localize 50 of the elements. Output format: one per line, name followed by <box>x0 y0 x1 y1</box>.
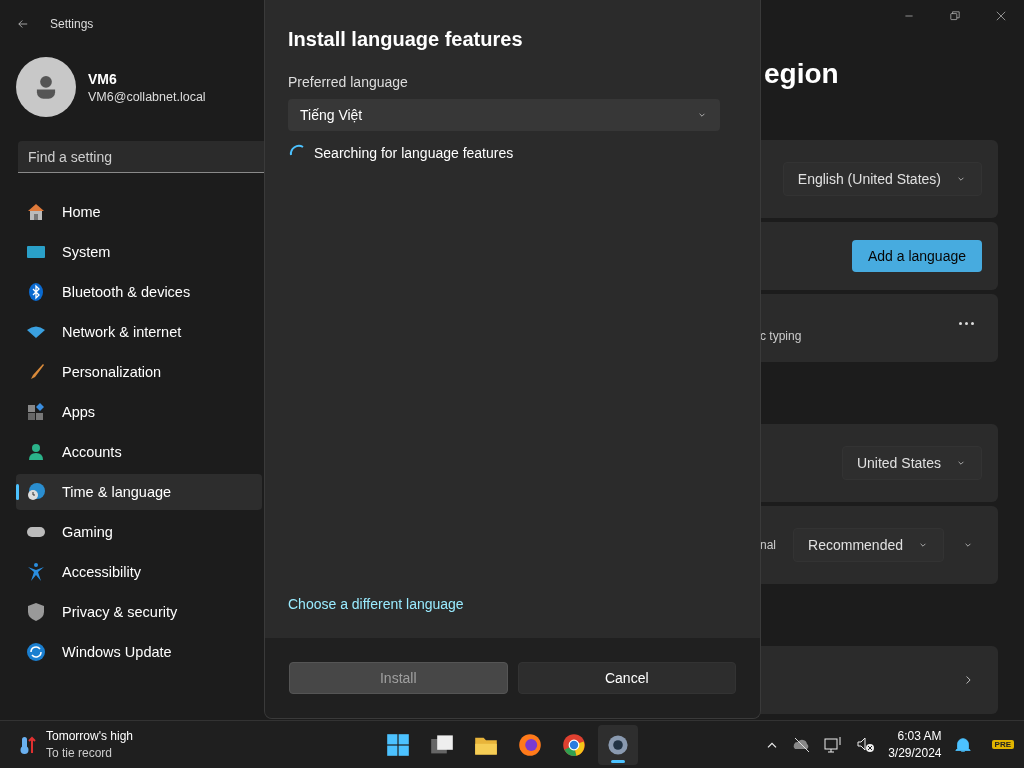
settings-icon <box>606 732 630 757</box>
browser-circle-icon <box>562 732 586 757</box>
field-label: Preferred language <box>288 74 409 90</box>
sidebar-item[interactable]: Apps <box>16 394 262 430</box>
setting-text: c typing <box>760 329 802 343</box>
home-icon <box>26 202 46 222</box>
user-email: VM6@collabnet.local <box>88 89 206 104</box>
setting-text: nal <box>760 538 776 552</box>
taskbar-app[interactable] <box>598 724 638 765</box>
update-icon <box>26 642 46 662</box>
window-title: Settings <box>50 17 94 31</box>
choose-language-link[interactable]: Choose a different language <box>288 596 736 612</box>
person-icon <box>26 442 46 462</box>
language-dropdown[interactable]: Tiếng Việt <box>288 99 720 131</box>
add-language-button[interactable]: Add a language <box>851 240 982 272</box>
dropdown[interactable]: Recommended <box>793 528 944 562</box>
globe-clock-icon <box>26 482 46 502</box>
weather-subtitle: To tie record <box>46 746 114 760</box>
clock-time[interactable]: 6:03 AM <box>897 729 942 743</box>
sidebar-item[interactable]: Privacy & security <box>16 594 262 630</box>
restore-icon <box>949 10 961 22</box>
user-name: VM6 <box>88 70 118 87</box>
search-field[interactable]: Find a setting <box>18 141 264 173</box>
preview-badge: PRE <box>991 740 1014 749</box>
status-text: Searching for language features <box>314 145 514 161</box>
dropdown[interactable]: United States <box>841 446 982 480</box>
sidebar-item[interactable]: Gaming <box>16 514 262 550</box>
apps-icon <box>26 402 46 422</box>
sidebar-item[interactable]: Accessibility <box>16 554 262 590</box>
browser-fox-icon <box>518 732 542 757</box>
shield-icon <box>26 602 46 622</box>
start-icon <box>386 732 410 757</box>
dialog-button[interactable]: Cancel <box>517 662 736 694</box>
sidebar-item[interactable]: Windows Update <box>16 634 262 670</box>
close-icon <box>995 10 1007 22</box>
dialog-title: Install language features <box>288 28 524 51</box>
sidebar-item[interactable]: System <box>16 234 262 270</box>
dropdown[interactable]: English (United States) <box>782 162 982 196</box>
sidebar-item[interactable]: Bluetooth & devices <box>16 274 262 310</box>
page-title: egion <box>764 58 839 91</box>
clock-date[interactable]: 3/29/2024 <box>888 746 942 760</box>
bluetooth-icon <box>26 282 46 302</box>
sidebar-item[interactable]: Personalization <box>16 354 262 390</box>
more-options-icon[interactable] <box>959 321 974 325</box>
sidebar-item[interactable]: Accounts <box>16 434 262 470</box>
back-arrow-icon <box>16 17 30 31</box>
sidebar-item[interactable]: Home <box>16 194 262 230</box>
sidebar-item[interactable]: Network & internet <box>16 314 262 350</box>
sidebar-item[interactable]: Time & language <box>16 474 262 510</box>
weather-title: Tomorrow's high <box>46 729 133 743</box>
